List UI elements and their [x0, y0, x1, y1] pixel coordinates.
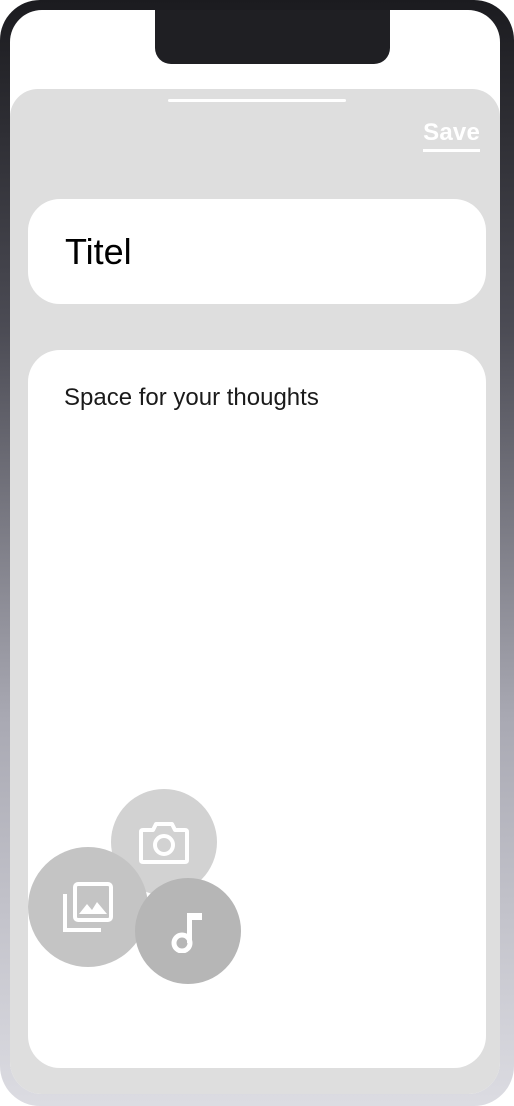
sheet-grabber[interactable] — [168, 99, 346, 102]
gallery-icon — [63, 882, 113, 932]
music-note-icon — [171, 913, 202, 953]
body-placeholder: Space for your thoughts — [64, 384, 319, 411]
save-button[interactable]: Save — [423, 119, 480, 152]
camera-icon — [139, 822, 189, 864]
music-button[interactable] — [135, 878, 241, 984]
title-input-text: Titel — [65, 230, 132, 272]
phone-frame: Save Titel Space for your thoughts — [0, 0, 514, 1106]
gallery-button[interactable] — [28, 847, 148, 967]
phone-screen: Save Titel Space for your thoughts — [10, 10, 500, 1094]
phone-notch — [155, 10, 390, 64]
title-field[interactable]: Titel — [28, 199, 486, 304]
